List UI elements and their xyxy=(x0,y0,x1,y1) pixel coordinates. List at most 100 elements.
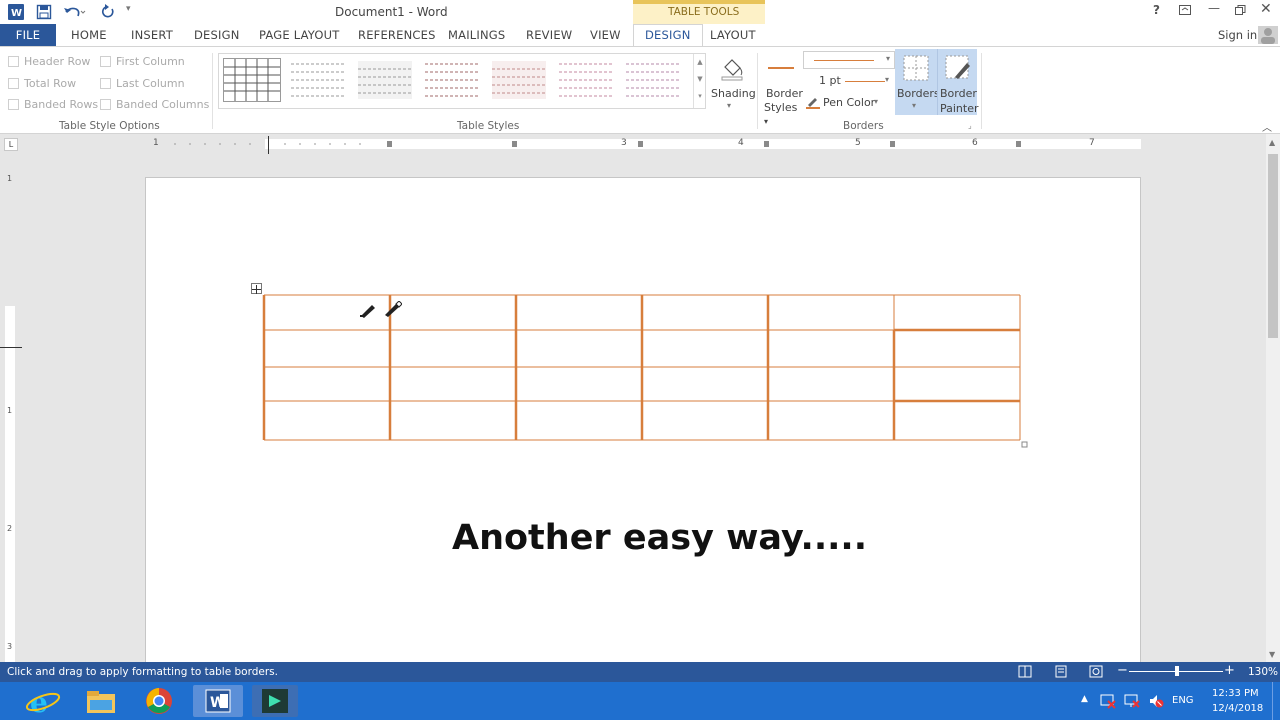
filmora-icon[interactable] xyxy=(252,685,298,717)
tab-page-layout[interactable]: PAGE LAYOUT xyxy=(259,28,339,42)
line-style-sample xyxy=(814,60,874,61)
scroll-down-icon[interactable]: ▼ xyxy=(1269,650,1275,659)
document-page[interactable]: Another easy way..... xyxy=(145,177,1141,662)
vertical-ruler-marker xyxy=(0,347,22,348)
gallery-scroll-down-icon[interactable]: ▼ xyxy=(694,70,706,88)
volume-muted-icon[interactable] xyxy=(1148,693,1164,712)
tab-design[interactable]: DESIGN xyxy=(194,28,240,42)
redo-icon[interactable] xyxy=(100,4,116,23)
table-style-thumb[interactable] xyxy=(624,58,682,102)
action-center-icon[interactable] xyxy=(1100,693,1116,712)
user-avatar-icon[interactable] xyxy=(1258,26,1278,44)
show-hidden-icons[interactable]: ▲ xyxy=(1081,694,1088,704)
show-desktop-button[interactable] xyxy=(1272,682,1280,720)
table-style-thumb[interactable] xyxy=(356,58,414,102)
borders-button[interactable]: Borders ▾ xyxy=(895,49,940,115)
zoom-slider-thumb[interactable] xyxy=(1175,666,1179,676)
table-style-grid[interactable] xyxy=(223,58,281,102)
minimize-button[interactable]: — xyxy=(1208,1,1220,15)
gallery-scroll[interactable]: ▲ ▼ ▾ xyxy=(693,54,706,108)
border-styles-button[interactable]: Border Styles ▾ xyxy=(762,57,803,126)
line-weight-dropdown[interactable]: 1 pt ▾ xyxy=(813,73,895,89)
total-row-checkbox[interactable]: Total Row xyxy=(8,77,76,90)
document-area: 1 1 2 3 Another easy way..... xyxy=(0,154,1266,662)
save-icon[interactable] xyxy=(36,4,52,23)
checkbox-box xyxy=(8,78,19,89)
table-style-thumb[interactable] xyxy=(423,58,481,102)
pen-icon xyxy=(806,95,820,112)
paint-bucket-icon xyxy=(719,55,745,84)
ruler-number: 5 xyxy=(855,138,861,148)
scroll-thumb[interactable] xyxy=(1268,154,1278,338)
last-column-checkbox[interactable]: Last Column xyxy=(100,77,185,90)
scroll-up-icon[interactable]: ▲ xyxy=(1269,138,1275,147)
header-row-checkbox[interactable]: Header Row xyxy=(8,55,90,68)
tab-insert[interactable]: INSERT xyxy=(131,28,173,42)
group-label-table-styles: Table Styles xyxy=(457,120,520,132)
web-layout-icon[interactable] xyxy=(1089,665,1103,681)
print-layout-icon[interactable] xyxy=(1054,665,1068,681)
tab-review[interactable]: REVIEW xyxy=(526,28,572,42)
table-style-thumb[interactable] xyxy=(490,58,548,102)
tab-mailings[interactable]: MAILINGS xyxy=(448,28,505,42)
chrome-icon[interactable] xyxy=(138,685,180,717)
word-taskbar-icon[interactable]: W xyxy=(193,685,243,717)
tab-view[interactable]: VIEW xyxy=(590,28,621,42)
undo-icon[interactable] xyxy=(62,4,86,23)
tab-selector[interactable]: L xyxy=(4,138,18,151)
network-icon[interactable] xyxy=(1124,693,1140,712)
vertical-scrollbar[interactable]: ▲ ▼ xyxy=(1266,134,1280,662)
zoom-in-button[interactable]: + xyxy=(1224,663,1235,678)
help-button[interactable]: ? xyxy=(1153,3,1160,17)
word-app-icon[interactable]: W xyxy=(8,4,24,20)
table-styles-gallery: ▲ ▼ ▾ xyxy=(218,53,706,109)
ruler-number: 4 xyxy=(738,138,744,148)
border-painter-button[interactable]: Border Painter xyxy=(937,49,979,115)
border-line-icon xyxy=(768,67,794,69)
group-label-table-style-options: Table Style Options xyxy=(59,120,160,132)
gallery-scroll-up-icon[interactable]: ▲ xyxy=(694,54,706,70)
first-column-checkbox[interactable]: First Column xyxy=(100,55,185,68)
zoom-out-button[interactable]: − xyxy=(1117,663,1128,678)
checkbox-box xyxy=(100,78,111,89)
tab-file[interactable]: FILE xyxy=(0,24,56,46)
zoom-slider[interactable] xyxy=(1129,666,1223,676)
close-button[interactable]: ✕ xyxy=(1260,1,1272,17)
read-mode-icon[interactable] xyxy=(1018,665,1032,681)
chevron-down-icon: ▾ xyxy=(886,54,891,63)
sign-in-link[interactable]: Sign in xyxy=(1218,28,1257,42)
shading-button[interactable]: Shading ▾ xyxy=(708,53,756,115)
zoom-level[interactable]: 130% xyxy=(1248,666,1278,678)
banded-rows-checkbox[interactable]: Banded Rows xyxy=(8,98,98,111)
pen-color-button[interactable]: Pen Color ▾ xyxy=(806,95,892,111)
vertical-ruler: 1 1 2 3 xyxy=(5,172,15,662)
document-heading[interactable]: Another easy way..... xyxy=(452,518,867,558)
clock-time[interactable]: 12:33 PM xyxy=(1212,688,1259,699)
tab-table-design[interactable]: DESIGN xyxy=(633,24,703,47)
vruler-number: 2 xyxy=(7,524,13,533)
internet-explorer-icon[interactable]: e xyxy=(22,685,64,719)
ribbon: Header Row Total Row Banded Rows First C… xyxy=(0,46,1280,134)
collapse-ribbon-icon[interactable]: ︿ xyxy=(1262,119,1272,134)
clock-date[interactable]: 12/4/2018 xyxy=(1212,703,1263,714)
ribbon-tabs: FILE HOME INSERT DESIGN PAGE LAYOUT REFE… xyxy=(0,24,1280,47)
line-style-dropdown[interactable]: ▾ xyxy=(803,51,895,69)
borders-grid-icon xyxy=(903,55,929,84)
svg-text:W: W xyxy=(11,8,22,19)
language-indicator[interactable]: ENG xyxy=(1172,695,1194,706)
restore-button[interactable] xyxy=(1233,3,1247,20)
tab-home[interactable]: HOME xyxy=(71,28,107,42)
borders-dialog-launcher-icon[interactable]: ⌟ xyxy=(968,121,972,130)
file-explorer-icon[interactable] xyxy=(80,685,122,717)
table-style-thumb[interactable] xyxy=(289,58,347,102)
ribbon-display-options-icon[interactable] xyxy=(1178,3,1192,20)
table-tools-label: TABLE TOOLS xyxy=(633,0,765,24)
ruler-track[interactable]: 1 2 3 4 5 6 7 xyxy=(145,138,1141,149)
customize-qat-icon[interactable]: ▾ xyxy=(126,4,131,14)
gallery-more-icon[interactable]: ▾ xyxy=(694,88,706,104)
tab-references[interactable]: REFERENCES xyxy=(358,28,436,42)
tab-table-layout[interactable]: LAYOUT xyxy=(710,28,756,42)
ruler-number: 7 xyxy=(1089,138,1095,148)
table-style-thumb[interactable] xyxy=(557,58,615,102)
banded-columns-checkbox[interactable]: Banded Columns xyxy=(100,98,209,111)
